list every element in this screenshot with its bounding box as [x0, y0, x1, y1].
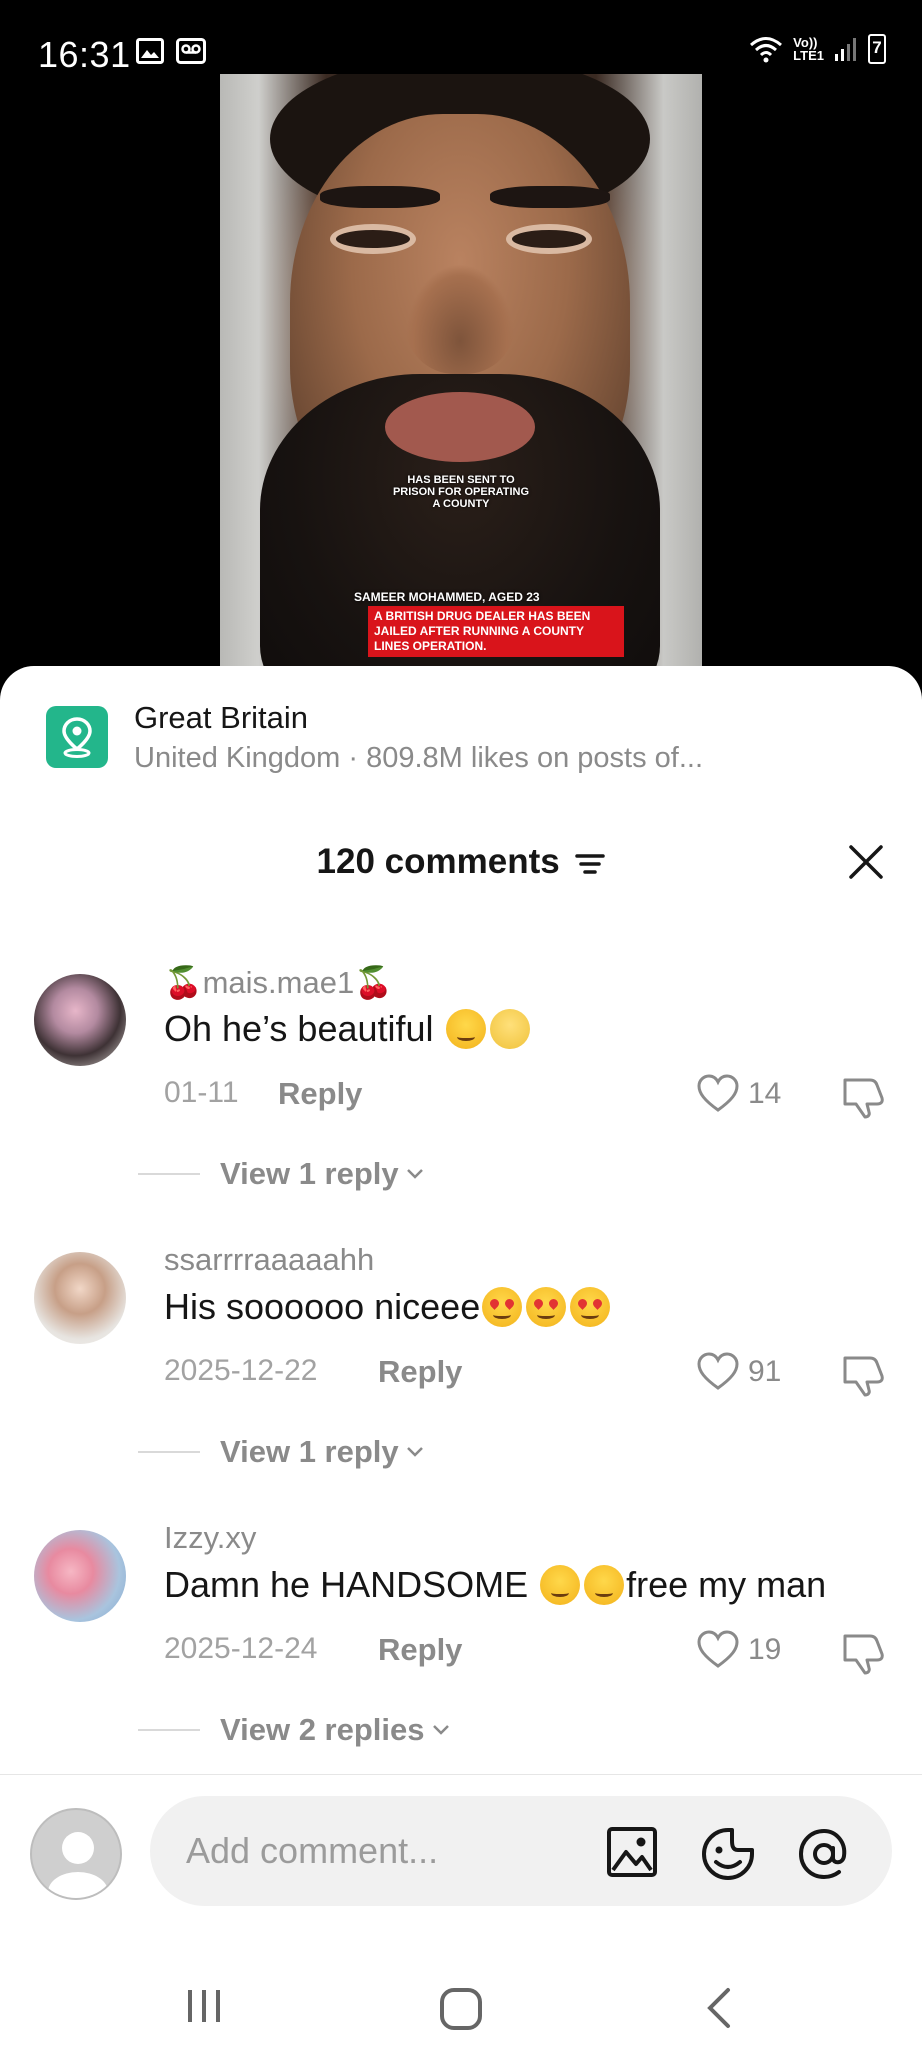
mention-icon[interactable]	[796, 1826, 852, 1882]
network-label: Vo)) LTE1	[793, 36, 824, 62]
add-comment-placeholder: Add comment...	[186, 1830, 439, 1871]
network-label-bottom: LTE1	[793, 48, 824, 63]
replies-divider-line	[138, 1173, 200, 1175]
sad-face-emoji-icon	[489, 1009, 530, 1049]
replies-divider-line	[138, 1729, 200, 1731]
status-time: 16:31	[38, 34, 131, 75]
add-comment-input[interactable]: Add comment...	[150, 1796, 892, 1906]
comments-header[interactable]: 120 comments	[0, 842, 922, 882]
heart-eyes-emoji-icon	[570, 1287, 611, 1327]
composer-divider	[0, 1774, 922, 1775]
chevron-down-icon	[406, 1447, 423, 1457]
video-caption-center: HAS BEEN SENT TO PRISON FOR OPERATING A …	[392, 474, 530, 510]
video-subject-nose	[405, 264, 515, 374]
comment-text: Damn he HANDSOME free my man	[164, 1564, 826, 1606]
comment-text-content: His soooooo niceee	[164, 1286, 481, 1327]
video-subject-lips	[385, 392, 535, 462]
like-button[interactable]: 19	[696, 1630, 781, 1670]
chevron-down-icon	[432, 1725, 449, 1735]
comment-date: 2025-12-24	[164, 1632, 318, 1665]
view-replies-label: View 1 reply	[220, 1434, 399, 1469]
avatar[interactable]	[34, 1530, 126, 1622]
smiling-hearts-emoji-icon	[540, 1565, 581, 1605]
comments-sheet: Great Britain United Kingdom · 809.8M li…	[0, 666, 922, 2048]
comments-count: 120 comments	[316, 842, 560, 881]
username-text: mais.mae1	[202, 965, 355, 1000]
video-preview[interactable]: HAS BEEN SENT TO PRISON FOR OPERATING A …	[220, 74, 702, 674]
video-subject-eye-left	[330, 224, 416, 254]
view-replies-label: View 2 replies	[220, 1712, 425, 1747]
wifi-icon	[750, 37, 783, 63]
heart-icon	[697, 1074, 739, 1112]
comment-date: 2025-12-22	[164, 1354, 318, 1387]
comment-text-content: Oh he’s beautiful	[164, 1008, 434, 1049]
comment-text: Oh he’s beautiful	[164, 1008, 532, 1050]
comment-composer: Add comment...	[0, 1796, 922, 1906]
view-replies-button[interactable]: View 2 replies	[138, 1712, 451, 1748]
location-subtitle: United Kingdom · 809.8M likes on posts o…	[134, 742, 704, 774]
dislike-icon[interactable]	[840, 1352, 886, 1398]
video-caption-name: SAMEER MOHAMMED, AGED 23	[354, 590, 540, 604]
laughing-emoji-icon	[445, 1009, 486, 1049]
gallery-notification-icon	[136, 38, 164, 64]
sort-icon[interactable]	[575, 851, 606, 877]
dislike-icon[interactable]	[840, 1630, 886, 1676]
comment-text-content-end: free my man	[626, 1564, 827, 1605]
status-right-group: Vo)) LTE1 7	[749, 34, 886, 64]
cherry-icon: 🍒	[354, 965, 393, 1000]
location-row[interactable]	[46, 706, 108, 768]
battery-icon: 7	[868, 34, 886, 64]
view-replies-button[interactable]: View 1 reply	[138, 1156, 425, 1192]
comment-username[interactable]: ssarrrraaaaahh	[164, 1242, 374, 1278]
view-replies-label: View 1 reply	[220, 1156, 399, 1191]
like-count: 19	[748, 1633, 782, 1666]
view-replies-button[interactable]: View 1 reply	[138, 1434, 425, 1470]
reply-button[interactable]: Reply	[378, 1632, 462, 1668]
comment-username[interactable]: 🍒mais.mae1🍒	[164, 964, 393, 1001]
dislike-icon[interactable]	[840, 1074, 886, 1120]
comment-text: His soooooo niceee	[164, 1286, 612, 1328]
reply-button[interactable]: Reply	[278, 1076, 362, 1112]
avatar[interactable]	[34, 1252, 126, 1344]
status-bar: 16:31 Vo)) LTE1 7	[0, 0, 922, 76]
system-navigation-bar	[0, 1956, 922, 2048]
reply-button[interactable]: Reply	[378, 1354, 462, 1390]
heart-icon	[697, 1352, 739, 1390]
default-avatar-icon	[48, 1832, 108, 1898]
location-pin-icon	[46, 706, 108, 768]
heart-eyes-emoji-icon	[526, 1287, 567, 1327]
like-count: 14	[748, 1077, 782, 1110]
video-subject-brow-left	[320, 186, 440, 208]
comment-date: 01-11	[164, 1076, 239, 1109]
like-button[interactable]: 91	[696, 1352, 781, 1392]
image-icon[interactable]	[606, 1826, 658, 1878]
cherry-icon: 🍒	[164, 965, 203, 1000]
heart-eyes-emoji-icon	[482, 1287, 523, 1327]
close-icon[interactable]	[846, 842, 886, 882]
like-button[interactable]: 14	[696, 1074, 781, 1114]
video-subject-eye-right	[506, 224, 592, 254]
recent-apps-icon[interactable]	[182, 1986, 226, 2026]
chevron-down-icon	[406, 1169, 423, 1179]
video-subject-brow-right	[490, 186, 610, 208]
video-caption-banner: A BRITISH DRUG DEALER HAS BEEN JAILED AF…	[368, 606, 624, 657]
location-title[interactable]: Great Britain	[134, 700, 308, 736]
avatar[interactable]	[34, 974, 126, 1066]
sticker-emoji-icon[interactable]	[700, 1826, 756, 1882]
battery-level: 7	[872, 38, 882, 57]
voicemail-notification-icon	[176, 38, 206, 64]
back-icon[interactable]	[702, 1986, 736, 2030]
replies-divider-line	[138, 1451, 200, 1453]
current-user-avatar[interactable]	[30, 1808, 122, 1900]
like-count: 91	[748, 1355, 782, 1388]
smiling-hearts-emoji-icon	[584, 1565, 625, 1605]
comment-text-content: Damn he HANDSOME	[164, 1564, 539, 1605]
signal-icon	[835, 38, 856, 61]
comment-username[interactable]: Izzy.xy	[164, 1520, 256, 1556]
heart-icon	[697, 1630, 739, 1668]
home-icon[interactable]	[438, 1986, 484, 2032]
